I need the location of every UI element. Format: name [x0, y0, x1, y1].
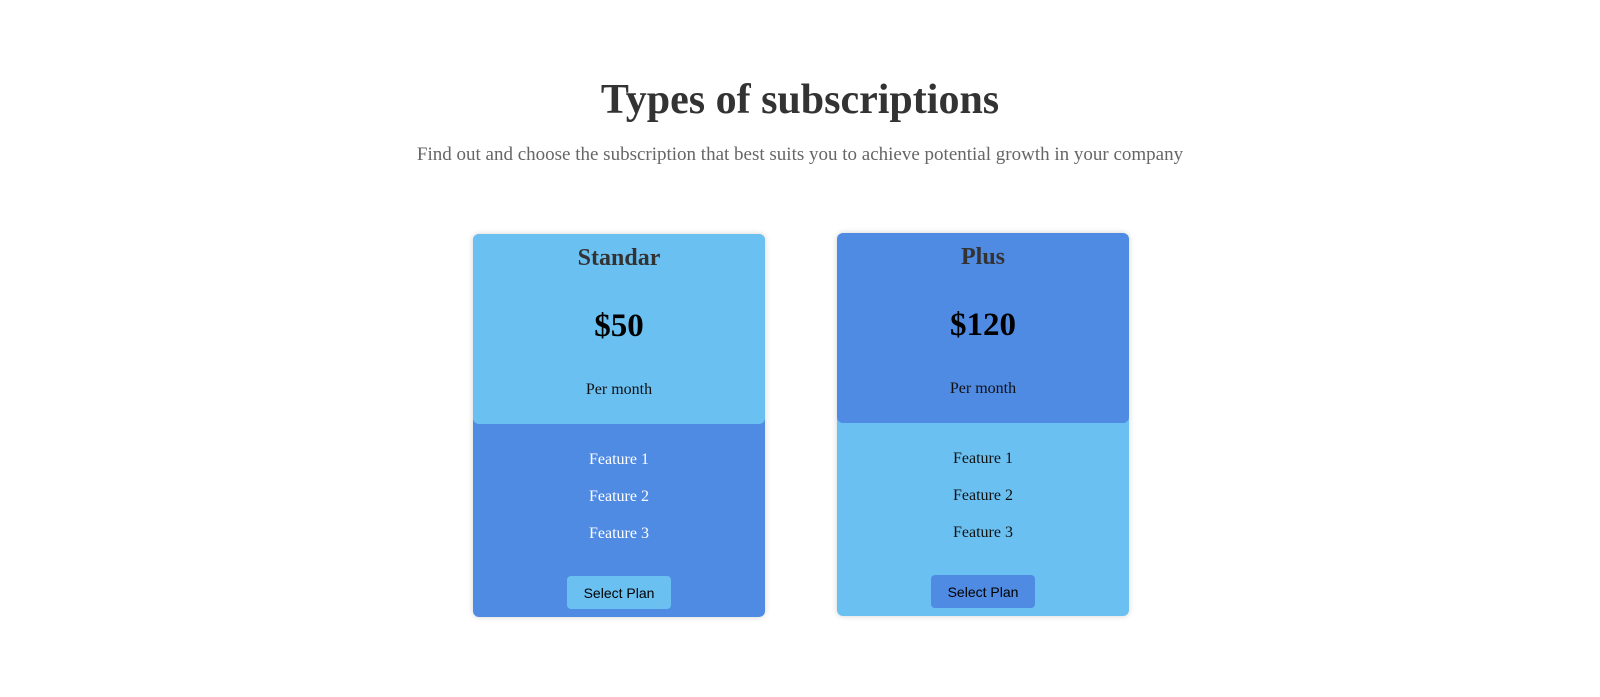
plan-name: Plus: [960, 244, 1005, 270]
plan-card-standar: Standar $50 Per month Feature 1 Feature …: [473, 234, 765, 617]
plan-name: Standar: [577, 245, 661, 271]
plan-price: $120: [950, 307, 1016, 343]
plan-price: $50: [594, 308, 644, 344]
feature-item: Feature 2: [953, 487, 1013, 504]
feature-list: Feature 1 Feature 2 Feature 3: [473, 449, 765, 560]
plan-period: Per month: [585, 381, 653, 398]
plan-card-plus: Plus $120 Per month Feature 1 Feature 2 …: [837, 233, 1129, 616]
page-title: Types of subscriptions: [600, 77, 1000, 123]
plan-period: Per month: [949, 380, 1017, 397]
feature-item: Feature 1: [953, 450, 1013, 467]
feature-list: Feature 1 Feature 2 Feature 3: [837, 448, 1129, 559]
feature-item: Feature 2: [589, 488, 649, 505]
feature-item: Feature 3: [589, 525, 649, 542]
page-subtitle: Find out and choose the subscription tha…: [416, 144, 1184, 165]
feature-item: Feature 1: [589, 451, 649, 468]
feature-item: Feature 3: [953, 524, 1013, 541]
select-plan-button[interactable]: Select Plan: [567, 576, 671, 609]
select-plan-button[interactable]: Select Plan: [931, 575, 1035, 608]
